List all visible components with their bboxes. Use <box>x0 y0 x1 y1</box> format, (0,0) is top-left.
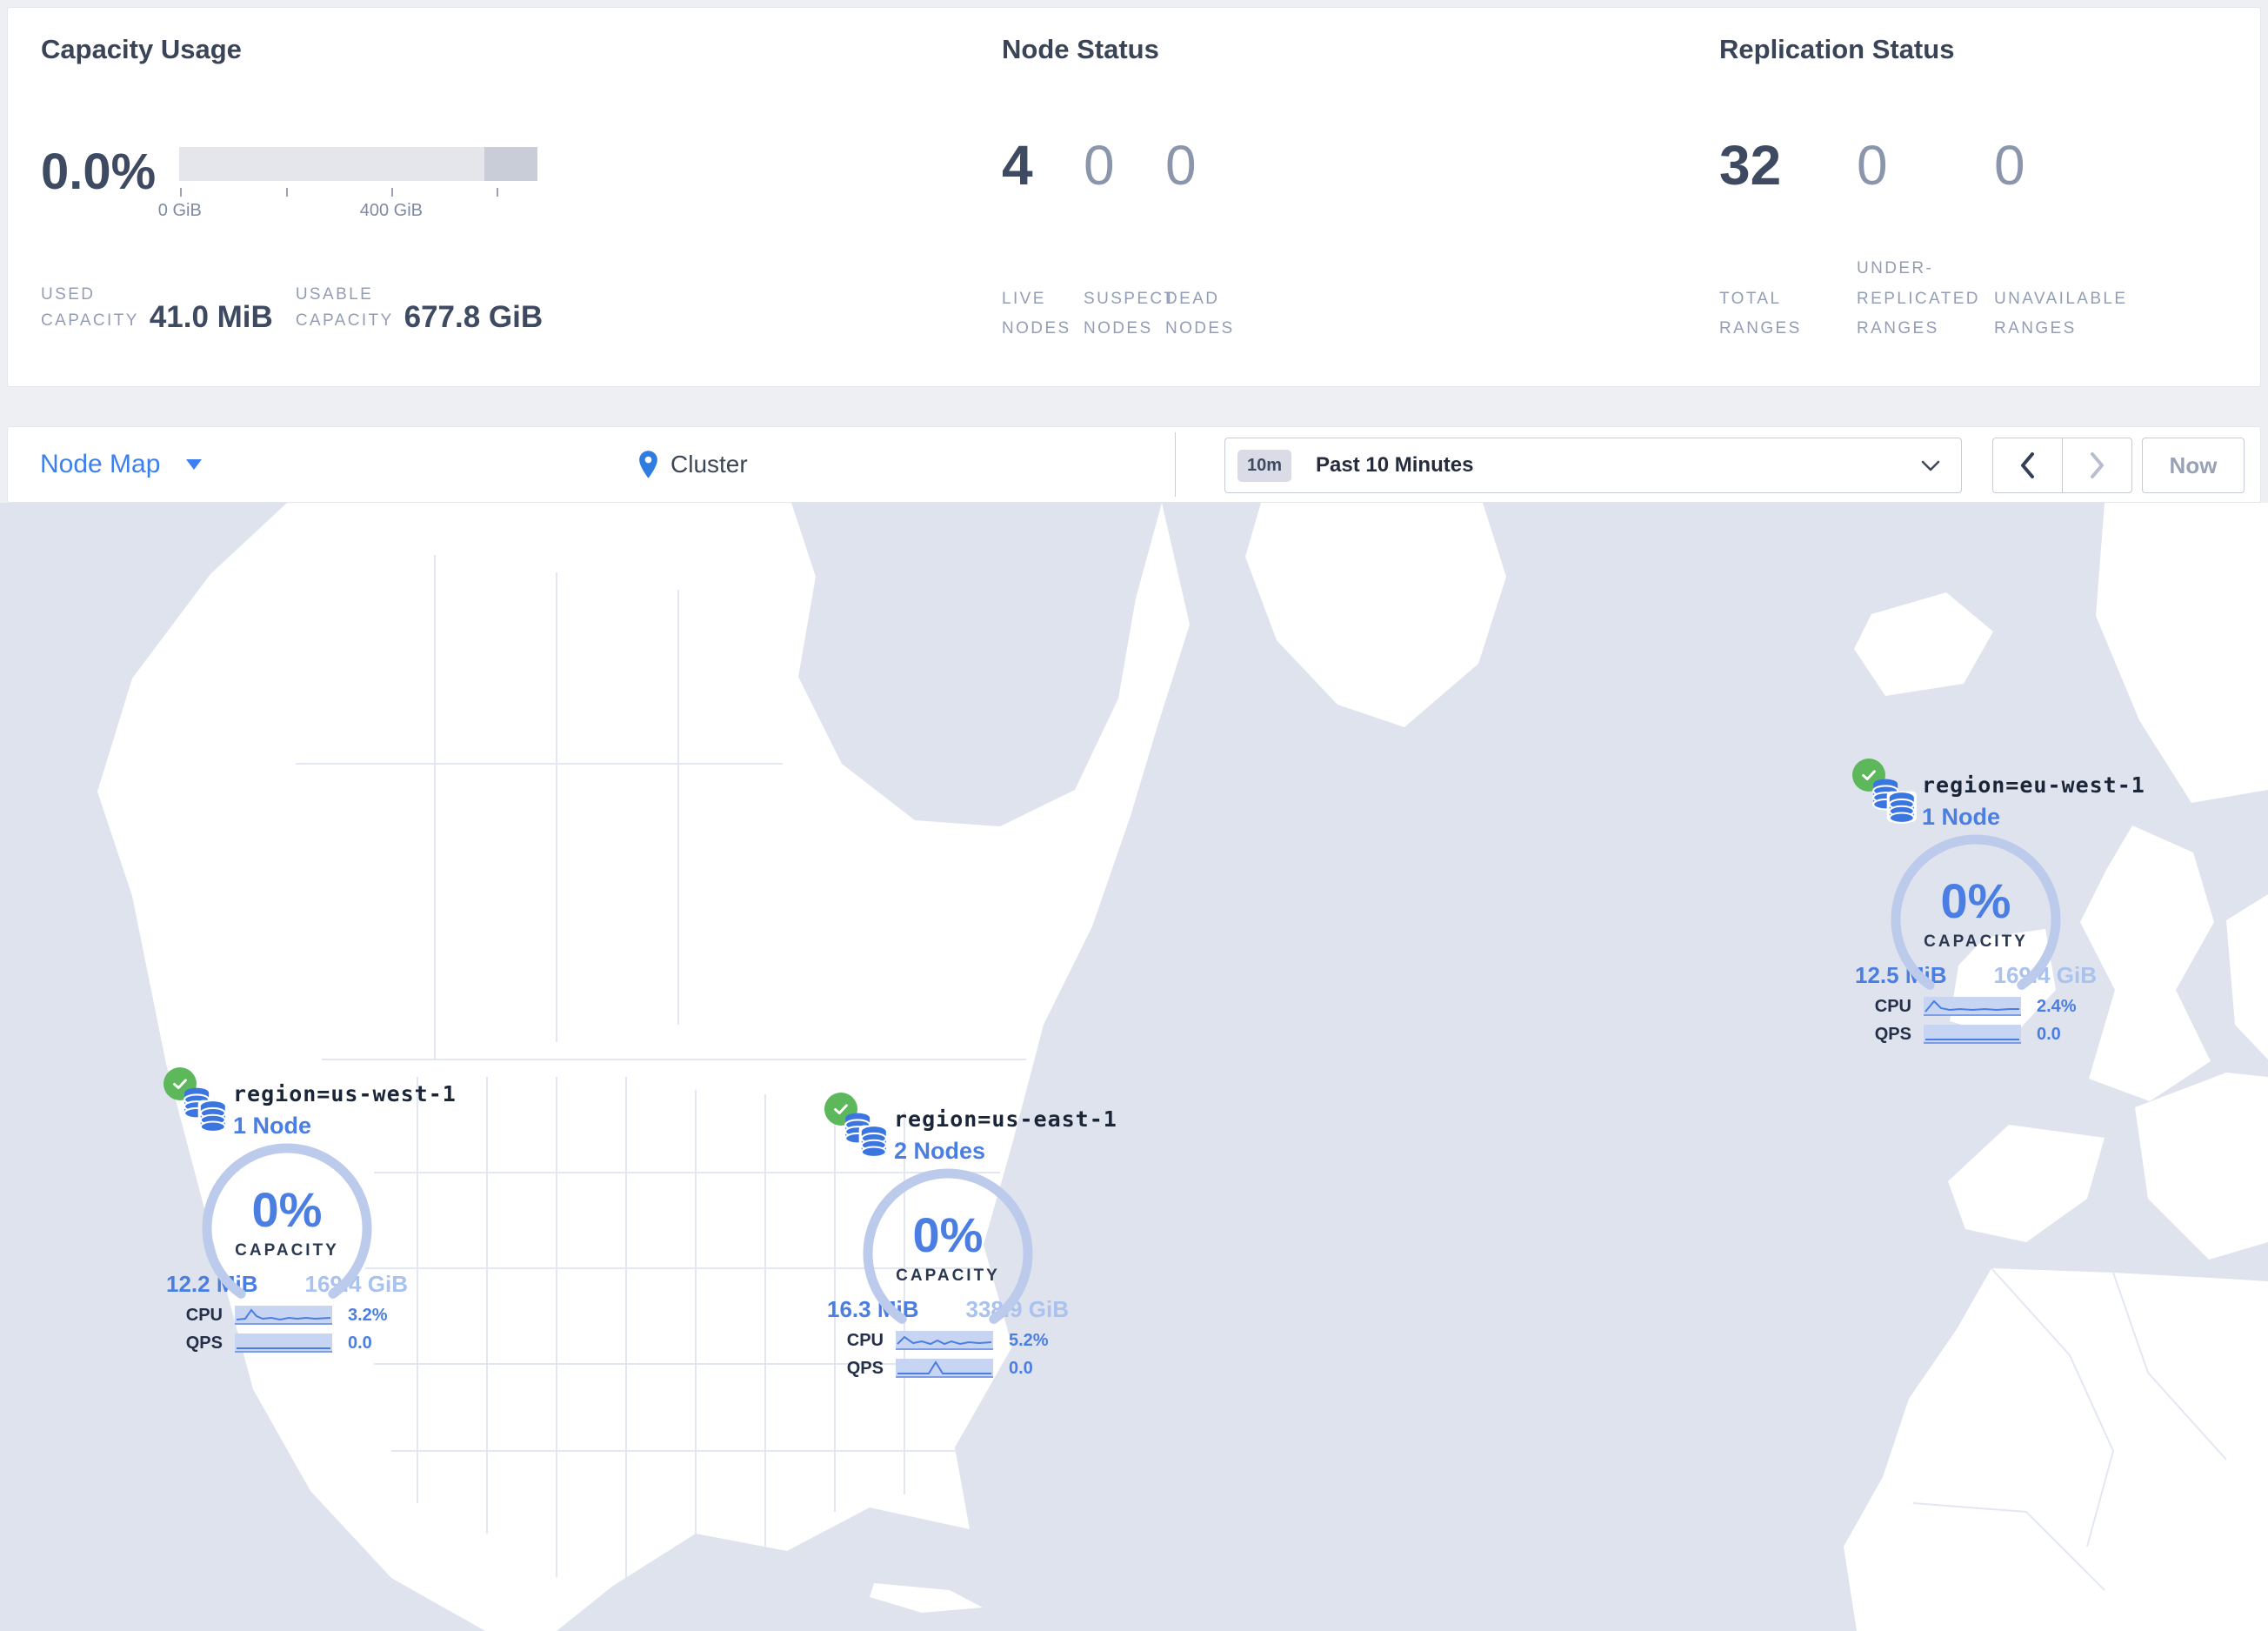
capacity-axis-labels: 0 GiB 400 GiB <box>158 201 537 224</box>
view-selector-dropdown[interactable]: Node Map <box>40 427 203 502</box>
gauge-percent: 0% <box>1940 873 2011 928</box>
under-replicated-ranges-label: UNDER- REPLICATED RANGES <box>1857 259 1980 338</box>
region-name: region=eu-west-1 <box>1922 772 2145 798</box>
region-marker-us-west-1[interactable]: region=us-west-1 1 Node 0% CAPACITY 12.2… <box>157 1067 456 1354</box>
qps-metric-value: 0.0 <box>348 1333 372 1353</box>
gauge-caption: CAPACITY <box>235 1241 339 1260</box>
unavailable-ranges-label: UNAVAILABLE RANGES <box>1994 289 2128 338</box>
usable-capacity-stat: USABLE CAPACITY 677.8 GiB <box>296 282 543 335</box>
next-time-window-button[interactable] <box>2063 438 2131 492</box>
qps-metric-label: QPS <box>1874 1024 1911 1044</box>
capacity-usage-section: Capacity Usage 0.0% 0 GiB 400 GiB USED C… <box>41 8 963 388</box>
suspect-nodes-stat: 0 SUSPECT NODES <box>1084 134 1174 344</box>
region-node-count[interactable]: 2 Nodes <box>894 1138 1117 1165</box>
breadcrumb[interactable]: Cluster <box>637 427 748 502</box>
qps-metric-label: QPS <box>846 1358 884 1378</box>
capacity-bar-reserved-segment <box>484 147 537 181</box>
time-window-nav <box>1992 438 2132 493</box>
qps-sparkline <box>1924 1025 2021 1044</box>
used-capacity-value: 41.0 MiB <box>149 299 273 334</box>
capacity-bar-axis <box>179 188 537 197</box>
gauge-percent: 0% <box>912 1207 984 1262</box>
chevron-left-icon <box>2021 452 2034 478</box>
qps-metric-value: 0.0 <box>2037 1024 2061 1044</box>
previous-time-window-button[interactable] <box>1993 438 2063 492</box>
qps-sparkline <box>896 1359 993 1378</box>
capacity-bar <box>179 147 537 181</box>
chevron-right-icon <box>2091 452 2104 478</box>
region-marker-us-east-1[interactable]: region=us-east-1 2 Nodes 0% CAPACITY 16.… <box>817 1093 1117 1379</box>
database-stack-icon <box>181 1085 230 1133</box>
suspect-nodes-count: 0 <box>1084 134 1115 197</box>
database-stack-icon <box>842 1110 891 1159</box>
gauge-caption: CAPACITY <box>1924 932 2028 951</box>
location-pin-icon <box>639 451 657 478</box>
usable-capacity-label: USABLE CAPACITY <box>295 285 394 331</box>
toolbar-divider <box>1175 432 1176 497</box>
total-ranges-count: 32 <box>1719 134 1782 197</box>
live-nodes-count: 4 <box>1002 134 1033 197</box>
gauge-caption: CAPACITY <box>896 1267 1000 1285</box>
unavailable-ranges-count: 0 <box>1994 134 2025 197</box>
total-ranges-stat: 32 TOTAL RANGES <box>1719 137 1857 344</box>
axis-tick <box>497 188 499 197</box>
section-title-capacity: Capacity Usage <box>41 34 242 64</box>
capacity-gauge: 0% CAPACITY <box>862 1167 1034 1340</box>
usable-capacity-value: 677.8 GiB <box>404 299 544 334</box>
section-title-replication: Replication Status <box>1719 34 1955 64</box>
region-node-count[interactable]: 1 Node <box>1922 804 2145 831</box>
node-status-section: Node Status 4 LIVE NODES 0 SUSPECT NODES… <box>1002 8 1680 388</box>
used-capacity-label: USED CAPACITY <box>41 285 139 331</box>
qps-sparkline <box>235 1334 332 1353</box>
live-nodes-stat: 4 LIVE NODES <box>1002 137 1084 344</box>
region-marker-eu-west-1[interactable]: region=eu-west-1 1 Node 0% CAPACITY 12.5… <box>1845 759 2145 1045</box>
total-ranges-label: TOTAL RANGES <box>1719 289 1802 338</box>
under-replicated-ranges-count: 0 <box>1857 134 1888 197</box>
qps-metric-value: 0.0 <box>1009 1358 1033 1378</box>
database-stack-icon <box>1870 776 1918 825</box>
under-replicated-ranges-stat: 0 UNDER- REPLICATED RANGES <box>1857 137 1994 344</box>
now-button[interactable]: Now <box>2142 438 2245 493</box>
suspect-nodes-label: SUSPECT NODES <box>1084 289 1177 338</box>
gauge-percent: 0% <box>251 1182 323 1237</box>
capacity-gauge: 0% CAPACITY <box>1890 833 2062 1006</box>
dead-nodes-stat: 0 DEAD NODES <box>1165 137 1247 344</box>
live-nodes-label: LIVE NODES <box>1002 289 1071 338</box>
dead-nodes-label: DEAD NODES <box>1165 289 1235 338</box>
time-range-dropdown[interactable]: 10m Past 10 Minutes <box>1224 438 1962 493</box>
node-map[interactable]: region=us-west-1 1 Node 0% CAPACITY 12.2… <box>0 503 2268 1631</box>
axis-tick <box>179 188 182 197</box>
view-selector-label: Node Map <box>40 450 161 478</box>
cluster-summary-card: Capacity Usage 0.0% 0 GiB 400 GiB USED C… <box>7 7 2261 387</box>
map-toolbar: Node Map Cluster 10m Past 10 Minutes Now <box>7 426 2261 503</box>
breadcrumb-label: Cluster <box>670 451 748 478</box>
axis-tick <box>286 188 289 197</box>
chevron-down-icon <box>1921 460 1940 471</box>
region-name: region=us-east-1 <box>894 1106 1117 1132</box>
replication-status-section: Replication Status 32 TOTAL RANGES 0 UND… <box>1719 8 2250 388</box>
axis-tick-label: 400 GiB <box>359 201 424 220</box>
caret-down-icon <box>186 459 203 470</box>
section-title-node-status: Node Status <box>1002 34 1159 64</box>
axis-tick-label: 0 GiB <box>157 201 202 220</box>
qps-metric-label: QPS <box>185 1333 223 1353</box>
capacity-gauge: 0% CAPACITY <box>201 1142 373 1314</box>
unavailable-ranges-stat: 0 UNAVAILABLE RANGES <box>1994 137 2131 344</box>
time-range-label: Past 10 Minutes <box>1316 453 1474 477</box>
used-capacity-stat: USED CAPACITY 41.0 MiB <box>41 282 273 335</box>
region-name: region=us-west-1 <box>233 1081 457 1106</box>
capacity-bar-chart: 0 GiB 400 GiB <box>158 147 537 224</box>
axis-tick <box>390 188 393 197</box>
time-range-badge: 10m <box>1237 449 1292 482</box>
dead-nodes-count: 0 <box>1165 134 1197 197</box>
region-node-count[interactable]: 1 Node <box>233 1113 457 1140</box>
capacity-percent-value: 0.0% <box>41 144 157 200</box>
